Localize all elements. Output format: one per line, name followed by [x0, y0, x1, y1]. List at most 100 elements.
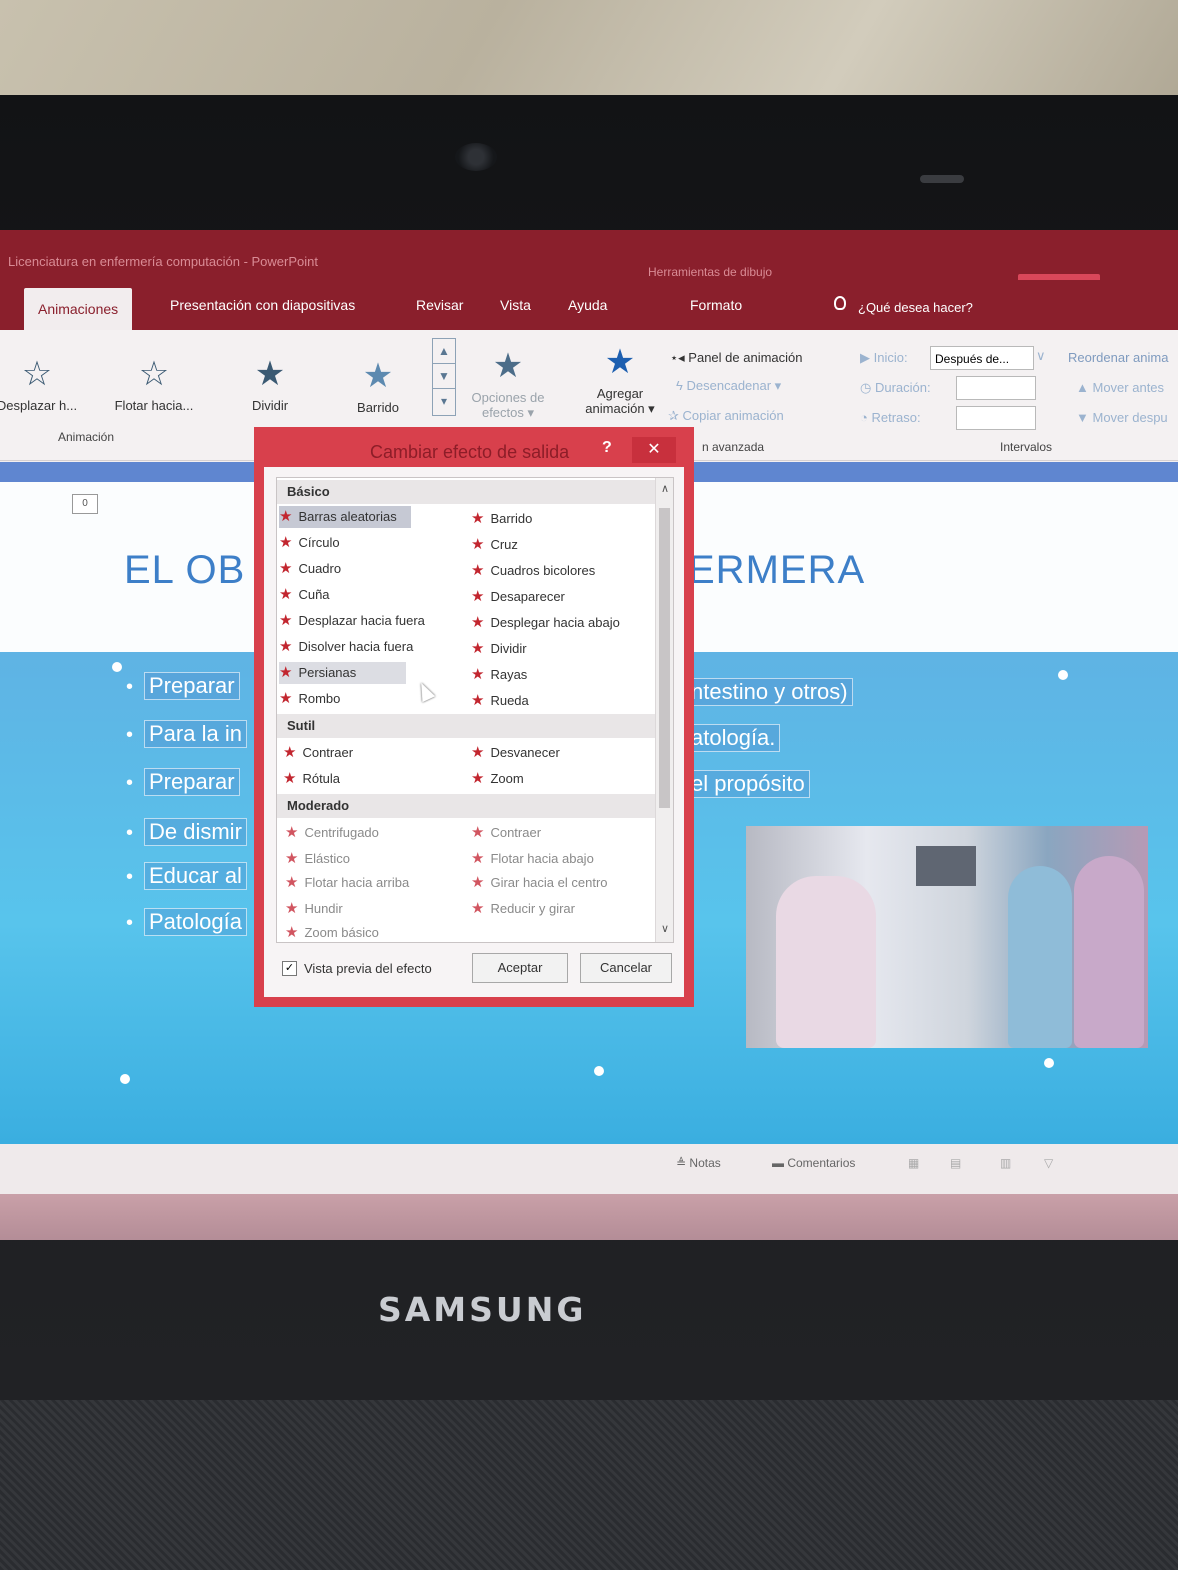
effect-item[interactable]: ★ Rótula: [283, 768, 340, 790]
bullet-text[interactable]: Preparar: [144, 672, 240, 700]
preview-checkbox[interactable]: ✓: [282, 961, 297, 976]
effect-item[interactable]: ★ Zoom básico: [285, 922, 379, 942]
chevron-down-icon[interactable]: ∨: [1036, 348, 1046, 364]
close-button[interactable]: ✕: [632, 437, 676, 463]
effect-item[interactable]: ★ Elástico: [285, 848, 350, 870]
comments-button[interactable]: ▬ Comentarios: [772, 1156, 855, 1170]
effect-item[interactable]: ★ Dividir: [471, 638, 527, 660]
tab-ayuda[interactable]: Ayuda: [568, 297, 607, 313]
animation-pane-button[interactable]: ⋆◂ Panel de animación: [670, 350, 803, 366]
effect-item-label: Desplegar hacia abajo: [490, 615, 620, 630]
delay-stepper[interactable]: [956, 406, 1036, 430]
section-header: Moderado: [277, 794, 655, 818]
slideshow-icon[interactable]: ▽: [1044, 1156, 1053, 1170]
view-reading-icon[interactable]: ▥: [1000, 1156, 1011, 1170]
effect-item-label: Rótula: [302, 771, 341, 786]
effect-item[interactable]: ★ Cruz: [471, 534, 518, 556]
effect-item[interactable]: ★ Zoom: [471, 768, 524, 790]
tab-formato[interactable]: Formato: [690, 297, 742, 313]
effect-item-label: Círculo: [298, 535, 340, 550]
effect-item[interactable]: ★ Disolver hacia fuera: [279, 636, 413, 658]
bullet-text[interactable]: Patología: [144, 908, 247, 936]
effect-item[interactable]: ★ Reducir y girar: [471, 898, 575, 920]
help-button[interactable]: ?: [602, 439, 612, 457]
effect-item[interactable]: ★ Rueda: [471, 690, 529, 712]
cancel-button[interactable]: Cancelar: [580, 953, 672, 983]
brand-logo: SAMSUNG: [378, 1290, 587, 1329]
effect-item[interactable]: ★ Desaparecer: [471, 586, 565, 608]
effect-item[interactable]: ★ Desvanecer: [471, 742, 560, 764]
effect-item[interactable]: ★ Barrido: [471, 508, 532, 530]
slide-title-right[interactable]: ERMERA: [688, 548, 865, 593]
copy-animation-button[interactable]: ✰ Copiar animación: [668, 408, 784, 424]
effect-item[interactable]: ★ Hundir: [285, 898, 343, 920]
delay-label-text: Retraso:: [871, 410, 921, 425]
view-sorter-icon[interactable]: ▤: [950, 1156, 961, 1170]
effect-item[interactable]: ★ Cuadro: [279, 558, 341, 580]
tab-animaciones[interactable]: Animaciones: [24, 288, 133, 330]
bullet-text[interactable]: De dismir: [144, 818, 247, 846]
effect-item[interactable]: ★ Flotar hacia abajo: [471, 848, 594, 870]
bullet-text[interactable]: el propósito: [686, 770, 810, 798]
effect-item[interactable]: ★ Rombo: [279, 688, 340, 710]
dialog-title: Cambiar efecto de salida: [370, 442, 570, 462]
effect-item[interactable]: ★ Contraer: [471, 822, 541, 844]
bullet-text[interactable]: Preparar: [144, 768, 240, 796]
effect-list-scrollbar[interactable]: ∧ ∨: [655, 478, 673, 942]
gallery-more-icon[interactable]: ▾: [433, 389, 455, 413]
move-later-button[interactable]: ▼ Mover despu: [1076, 410, 1168, 425]
chevron-up-icon[interactable]: ∧: [656, 482, 673, 495]
effect-item[interactable]: ★ Desplegar hacia abajo: [471, 612, 620, 634]
effect-item[interactable]: ★ Círculo: [279, 532, 340, 554]
view-normal-icon[interactable]: ▦: [908, 1156, 919, 1170]
chevron-down-icon[interactable]: ▼: [433, 364, 455, 389]
effect-item[interactable]: ★ Rayas: [471, 664, 527, 686]
trigger-button[interactable]: ϟ Desencadenar ▾: [676, 378, 781, 394]
effect-item[interactable]: ★ Flotar hacia arriba: [285, 872, 409, 894]
effect-item[interactable]: ★ Cuadros bicolores: [471, 560, 595, 582]
move-earlier-button[interactable]: ▲ Mover antes: [1076, 380, 1164, 395]
effect-item[interactable]: ★ Contraer: [283, 742, 353, 764]
timing-group-label: Intervalos: [1000, 440, 1053, 454]
tab-revisar[interactable]: Revisar: [416, 297, 463, 313]
search-input[interactable]: ¿Qué desea hacer?: [858, 300, 973, 315]
effect-item[interactable]: ★ Desplazar hacia fuera: [279, 610, 425, 632]
decor-dot: [120, 1074, 130, 1084]
bullet-text[interactable]: Educar al: [144, 862, 247, 890]
slide-number-tag[interactable]: 0: [72, 494, 98, 514]
move-later-label: Mover despu: [1092, 410, 1168, 425]
effect-item-label: Barrido: [490, 511, 533, 526]
chevron-down-icon[interactable]: ∨: [656, 922, 673, 935]
duration-stepper[interactable]: [956, 376, 1036, 400]
effect-options-button[interactable]: ★ Opciones de efectos ▾: [458, 346, 558, 421]
effect-item[interactable]: ★ Persianas: [279, 662, 407, 684]
bullet-text[interactable]: atología.: [686, 724, 781, 752]
effect-dividir[interactable]: ★ Dividir: [230, 354, 310, 413]
effect-desplazar[interactable]: ☆ Desplazar h...: [0, 354, 82, 413]
dialog-title-bar[interactable]: Cambiar efecto de salida ? ✕: [254, 427, 694, 467]
slide-title-left[interactable]: EL OB: [124, 548, 245, 593]
laptop-hinge: [0, 1400, 1178, 1570]
tab-vista[interactable]: Vista: [500, 297, 531, 313]
tab-presentacion[interactable]: Presentación con diapositivas: [170, 297, 355, 313]
star-icon: ★: [471, 770, 485, 787]
effect-item-label: Contraer: [490, 825, 542, 840]
notes-button[interactable]: ≜ Notas: [676, 1156, 721, 1170]
effect-item[interactable]: ★ Barras aleatorias: [279, 506, 411, 528]
bullet-text[interactable]: Para la in: [144, 720, 247, 748]
scrollbar-thumb[interactable]: [659, 508, 670, 808]
start-select[interactable]: Después de...: [930, 346, 1034, 370]
effect-item[interactable]: ★ Girar hacia el centro: [471, 872, 608, 894]
nurses-photo[interactable]: [746, 826, 1148, 1048]
bullet-marker: •: [126, 772, 134, 794]
ok-button[interactable]: Aceptar: [472, 953, 568, 983]
gallery-scroll[interactable]: ▲ ▼ ▾: [432, 338, 456, 416]
add-animation-button[interactable]: ★ Agregar animación ▾: [572, 342, 668, 417]
effect-item[interactable]: ★ Centrifugado: [285, 822, 379, 844]
effect-flotar[interactable]: ☆ Flotar hacia...: [104, 354, 204, 413]
effect-list[interactable]: Básico ★ Barras aleatorias ★ Círculo ★ Cuad…: [276, 477, 674, 943]
effect-item[interactable]: ★ Cuña: [279, 584, 330, 606]
chevron-up-icon[interactable]: ▲: [433, 339, 455, 364]
effect-barrido[interactable]: ★ Barrido: [336, 356, 420, 415]
bullet-text[interactable]: ntestino y otros): [686, 678, 853, 706]
